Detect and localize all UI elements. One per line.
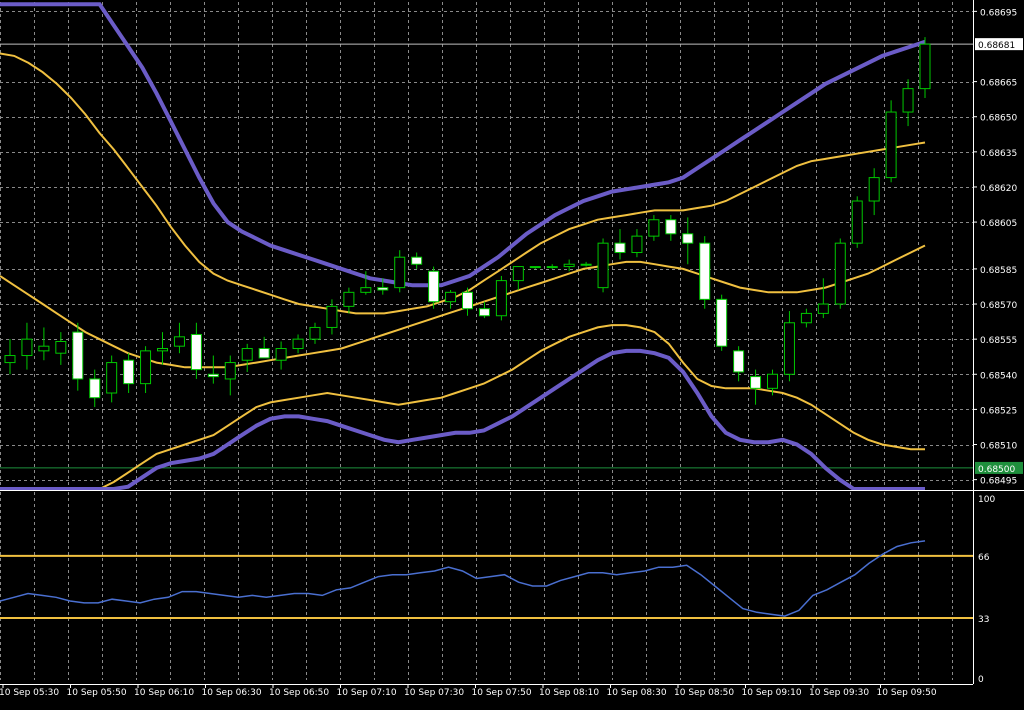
time-tick-label: 10 Sep 08:50: [674, 688, 734, 698]
candle-body: [445, 291, 457, 303]
candle-body: [800, 312, 812, 324]
candle-body: [38, 345, 50, 352]
price-tick-label: 0.68525: [980, 406, 1017, 416]
time-tick-label: 10 Sep 08:10: [539, 688, 599, 698]
price-tick-label: 0.68620: [980, 184, 1017, 194]
candle-body: [173, 336, 185, 347]
indicator-tick-label: 0: [978, 675, 984, 685]
candle-body: [241, 348, 253, 361]
candle-body: [767, 373, 778, 389]
candle-body: [343, 291, 355, 307]
chart-canvas: 0.68695 0.68665 0.68650 0.68635 0.68620 0.686…: [0, 0, 1024, 706]
candle-body: [495, 280, 507, 317]
candle-body: [885, 111, 897, 179]
candle-body: [546, 266, 558, 269]
price-tick-label: 0.68665: [980, 79, 1017, 89]
time-tick-label: 10 Sep 09:50: [877, 688, 937, 698]
candle-body: [716, 298, 728, 347]
candle-body: [326, 305, 338, 328]
candle-body: [275, 348, 287, 361]
indicator-tick-label: 33: [978, 615, 989, 625]
candle-body: [309, 326, 321, 340]
price-tick-label: 0.68510: [980, 442, 1017, 452]
candle-body: [699, 242, 711, 300]
candle-body: [4, 355, 16, 364]
candle-body: [597, 242, 609, 289]
candle-body: [512, 266, 524, 282]
candle-body: [665, 219, 677, 235]
candle-body: [563, 263, 575, 268]
time-tick-label: 10 Sep 06:10: [134, 688, 194, 698]
time-tick-label: 10 Sep 07:30: [404, 688, 464, 698]
price-tick-label: 0.68555: [980, 336, 1017, 346]
candle-body: [529, 266, 541, 269]
candle-body: [55, 340, 67, 354]
candle-body: [411, 256, 423, 265]
candle-body: [89, 378, 101, 399]
candle-body: [190, 333, 202, 371]
candle-body: [157, 348, 168, 352]
candle-body: [478, 308, 490, 317]
candle-body: [902, 88, 914, 113]
candle-body: [394, 256, 406, 289]
time-tick-label: 10 Sep 05:50: [67, 688, 127, 698]
candle-body: [292, 338, 304, 350]
time-tick-label: 10 Sep 09:10: [742, 688, 802, 698]
candle-body: [140, 350, 152, 385]
candle-body: [817, 303, 829, 314]
price-tick-label: 0.68635: [980, 149, 1017, 159]
trading-chart: 0.68695 0.68665 0.68650 0.68635 0.68620 0.686…: [0, 0, 1024, 706]
time-tick-label: 10 Sep 07:50: [472, 688, 532, 698]
candle-body: [631, 235, 643, 254]
candle-body: [580, 263, 592, 266]
price-tag-label: 0.68681: [978, 41, 1015, 51]
candle-body: [21, 338, 33, 357]
candle-body: [783, 322, 795, 375]
price-tick-label: 0.68605: [980, 219, 1017, 229]
time-tick-label: 10 Sep 07:10: [337, 688, 397, 698]
time-tick-label: 10 Sep 06:30: [202, 688, 262, 698]
time-tick-label: 10 Sep 06:50: [269, 688, 329, 698]
price-tick-label: 0.68540: [980, 371, 1017, 381]
candle-body: [377, 287, 389, 291]
candle-body: [428, 270, 440, 303]
candle-body: [648, 219, 660, 237]
indicator-tick-label: 66: [978, 553, 990, 563]
price-tag-label: 0.68500: [978, 465, 1015, 475]
price-tick-label: 0.68495: [980, 477, 1017, 487]
time-tick-label: 10 Sep 09:30: [809, 688, 869, 698]
time-tick-label: 10 Sep 05:30: [0, 688, 59, 698]
candle-body: [750, 376, 762, 389]
candle-body: [207, 373, 219, 378]
candle-body: [682, 233, 694, 244]
candle-body: [123, 359, 135, 385]
price-tick-label: 0.68570: [980, 301, 1017, 311]
candle-body: [614, 242, 626, 254]
time-tick-label: 10 Sep 08:30: [607, 688, 667, 698]
candle-body: [106, 362, 118, 394]
candle-body: [919, 43, 931, 90]
candle-body: [868, 177, 880, 202]
price-tick-label: 0.68585: [980, 266, 1017, 276]
candle-body: [733, 350, 745, 373]
candle-body: [224, 362, 236, 380]
candle-body: [258, 348, 270, 359]
candle-body: [851, 200, 863, 244]
indicator-tick-label: 100: [978, 495, 995, 505]
price-tick-label: 0.68695: [980, 8, 1017, 18]
candle-body: [834, 242, 846, 305]
price-tick-label: 0.68650: [980, 114, 1017, 124]
candle-body: [360, 287, 372, 293]
candle-body: [72, 331, 84, 380]
candle-body: [462, 291, 473, 310]
